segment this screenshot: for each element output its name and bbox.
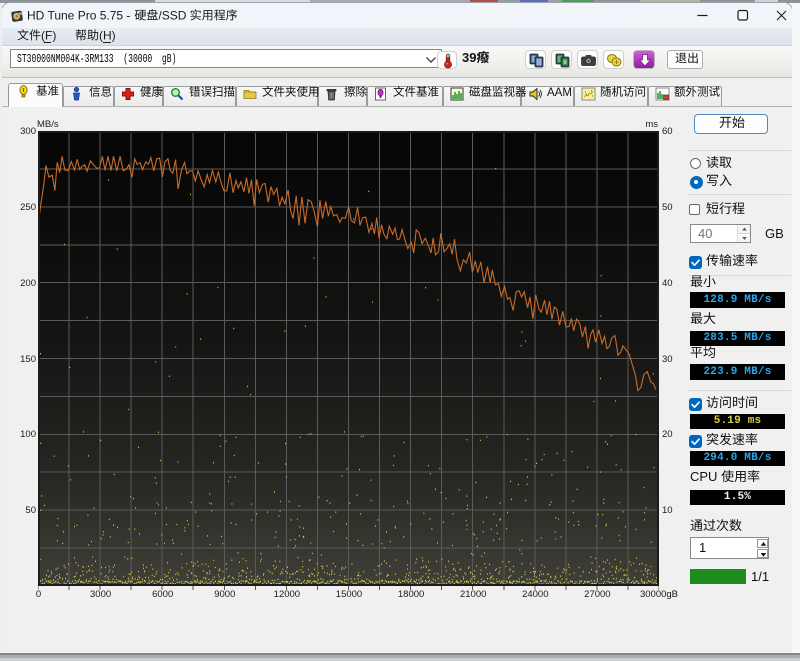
svg-text:(H): (H): [99, 28, 116, 42]
svg-text:AAM: AAM: [547, 86, 572, 98]
svg-text:HD Tune Pro 5.75 -: HD Tune Pro 5.75 -: [27, 8, 130, 22]
svg-text:39: 39: [462, 50, 476, 65]
svg-text:(F): (F): [41, 28, 56, 42]
svg-text:/SSD: /SSD: [158, 8, 186, 22]
svg-text:CPU: CPU: [690, 469, 717, 484]
